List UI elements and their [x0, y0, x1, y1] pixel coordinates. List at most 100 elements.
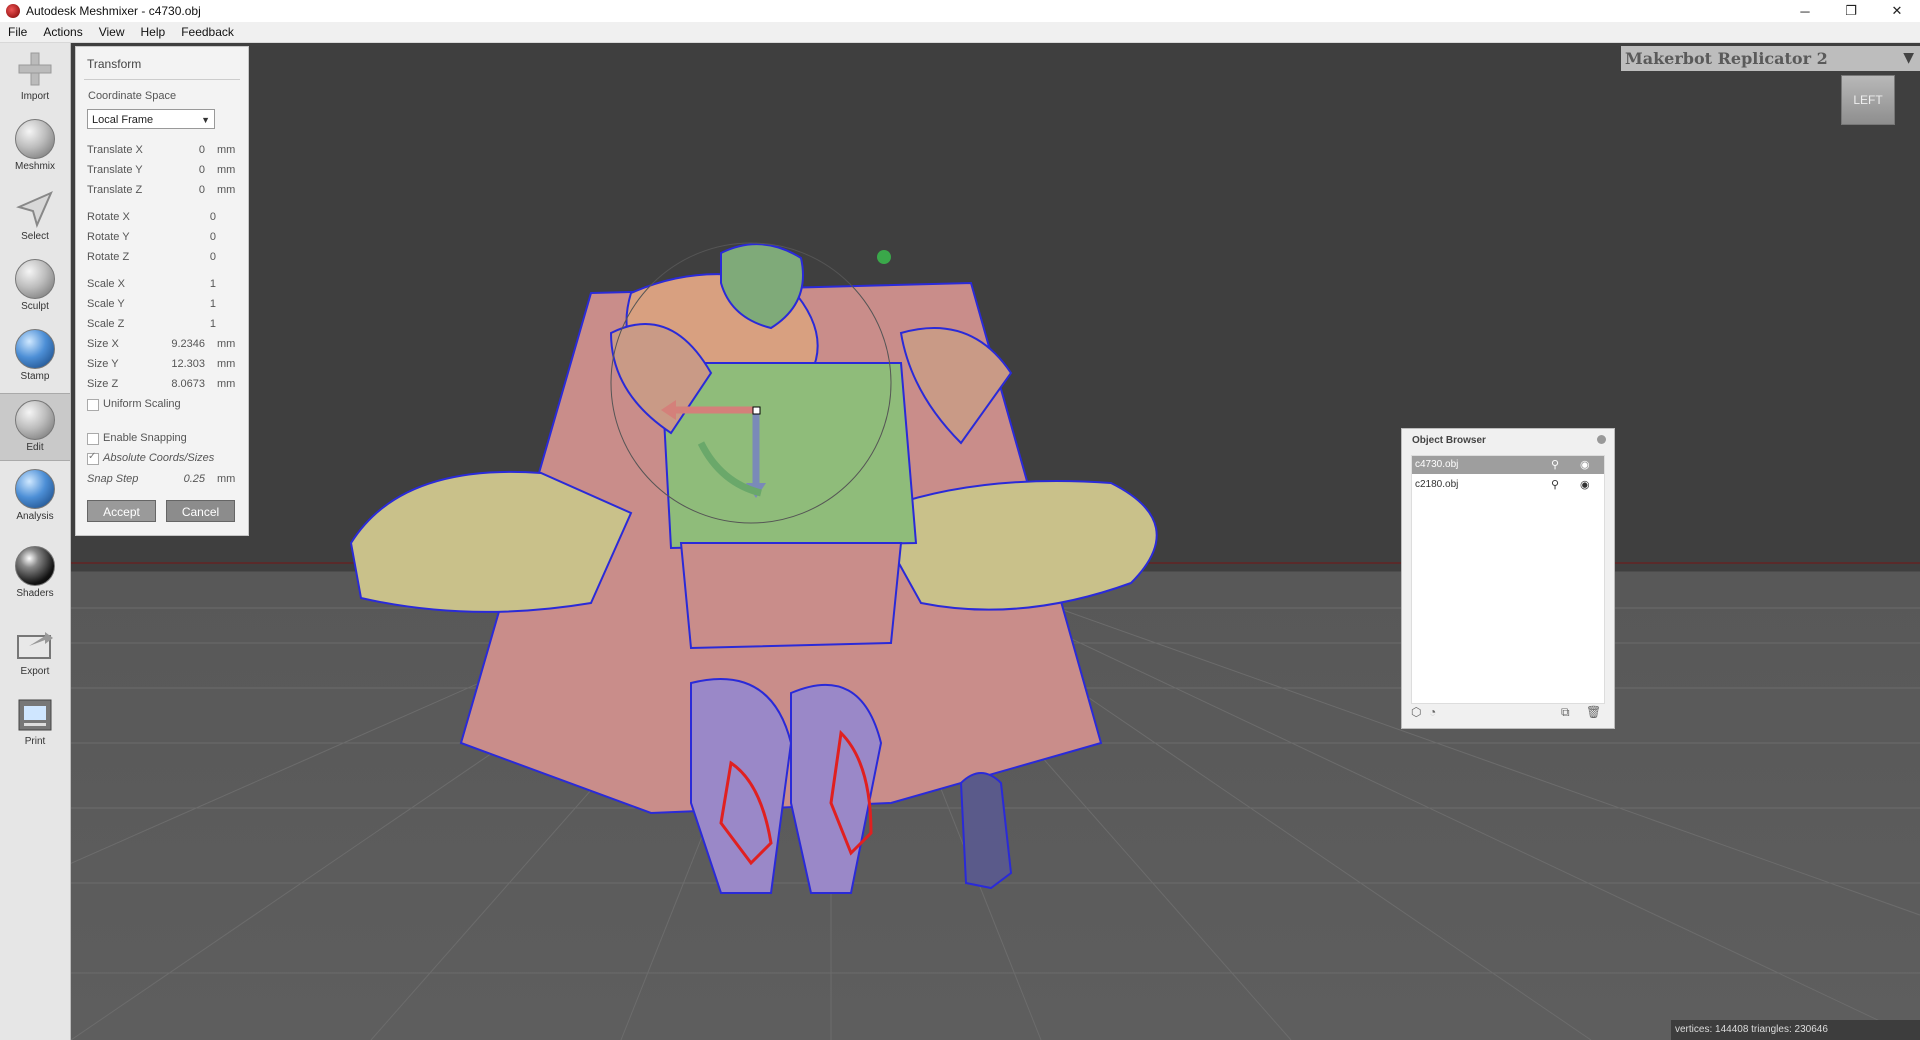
- unit-label: mm: [217, 378, 236, 390]
- size-x-value[interactable]: 9.2346: [145, 338, 205, 350]
- duplicate-icon[interactable]: ⧉: [1561, 705, 1570, 720]
- model-c2180[interactable]: [959, 772, 1013, 890]
- size-y-value[interactable]: 12.303: [145, 358, 205, 370]
- list-item[interactable]: c2180.obj ⚲ ◉: [1412, 476, 1604, 494]
- lock-icon[interactable]: ⚲: [1551, 476, 1559, 494]
- window-controls: ─ ❐ ✕: [1782, 0, 1920, 22]
- coordinate-space-value: Local Frame: [92, 114, 154, 126]
- unit-label: mm: [217, 144, 236, 156]
- view-cube[interactable]: LEFT: [1841, 75, 1895, 125]
- translate-y-value[interactable]: 0: [145, 164, 205, 176]
- gizmo-center-handle[interactable]: [752, 406, 761, 415]
- printer-selector[interactable]: Makerbot Replicator 2 ▼: [1621, 46, 1920, 71]
- gizmo-rotate-handle[interactable]: [877, 250, 891, 264]
- head-sphere-icon: [15, 119, 55, 159]
- object-browser-title: Object Browser: [1412, 435, 1486, 446]
- tool-edit[interactable]: Edit: [0, 393, 70, 461]
- title-bar: Autodesk Meshmixer - c4730.obj ─ ❐ ✕: [0, 0, 1920, 22]
- menu-file[interactable]: File: [0, 25, 35, 39]
- cancel-button[interactable]: Cancel: [166, 500, 235, 522]
- tool-shaders[interactable]: Shaders: [0, 540, 70, 606]
- transform-panel: Transform Coordinate Space Local Frame ▼…: [75, 46, 249, 536]
- minimize-button[interactable]: ─: [1782, 0, 1828, 22]
- tool-analysis[interactable]: Analysis: [0, 463, 70, 529]
- 3d-viewport[interactable]: [71, 43, 1920, 1040]
- brush-sphere-icon: [15, 259, 55, 299]
- model-c4730[interactable]: [349, 243, 1158, 894]
- export-folder-icon: [15, 624, 55, 664]
- tool-stamp[interactable]: Stamp: [0, 323, 70, 389]
- uniform-scaling-label: Uniform Scaling: [103, 398, 181, 410]
- size-z-value[interactable]: 8.0673: [145, 378, 205, 390]
- mesh-stats-status: vertices: 144408 triangles: 230646: [1671, 1020, 1920, 1040]
- lock-icon[interactable]: ⚲: [1551, 456, 1559, 474]
- translate-z-label: Translate Z: [87, 184, 143, 196]
- size-z-label: Size Z: [87, 378, 119, 390]
- menu-feedback[interactable]: Feedback: [173, 25, 242, 39]
- tool-meshmix[interactable]: Meshmix: [0, 113, 70, 179]
- snap-step-value[interactable]: 0.25: [145, 473, 205, 485]
- list-item[interactable]: c4730.obj ⚲ ◉: [1412, 456, 1604, 474]
- translate-x-value[interactable]: 0: [145, 144, 205, 156]
- eye-icon[interactable]: ◉: [1580, 476, 1590, 494]
- printer-icon: [15, 694, 55, 734]
- unit-label: mm: [217, 164, 236, 176]
- tool-label: Print: [24, 736, 46, 747]
- panel-title: Transform: [87, 57, 142, 71]
- rotate-z-value[interactable]: 0: [156, 251, 216, 263]
- tool-label: Import: [20, 91, 50, 102]
- meshmixer-logo-icon: [6, 4, 20, 18]
- object-name: c4730.obj: [1415, 459, 1459, 470]
- arrow-cursor-icon: [15, 189, 55, 229]
- translate-x-label: Translate X: [87, 144, 143, 156]
- enable-snapping-checkbox[interactable]: [87, 433, 99, 445]
- wire-sphere-icon: [15, 400, 55, 440]
- scale-x-value[interactable]: 1: [156, 278, 216, 290]
- size-y-label: Size Y: [87, 358, 119, 370]
- rotate-x-value[interactable]: 0: [156, 211, 216, 223]
- menu-actions[interactable]: Actions: [35, 25, 90, 39]
- unit-label: mm: [217, 338, 236, 350]
- snap-step-label: Snap Step: [87, 473, 139, 485]
- coordinate-space-select[interactable]: Local Frame ▼: [87, 109, 215, 129]
- translate-z-value[interactable]: 0: [145, 184, 205, 196]
- coordinate-space-label: Coordinate Space: [88, 90, 177, 102]
- tool-print[interactable]: Print: [0, 688, 70, 754]
- close-icon[interactable]: [1597, 435, 1606, 444]
- tool-label: Edit: [26, 442, 44, 453]
- tool-label: Stamp: [20, 371, 50, 382]
- tool-sculpt[interactable]: Sculpt: [0, 253, 70, 319]
- plus-icon: [15, 49, 55, 89]
- scale-y-label: Scale Y: [87, 298, 125, 310]
- scale-y-value[interactable]: 1: [156, 298, 216, 310]
- printer-name: Makerbot Replicator 2: [1625, 49, 1828, 68]
- unit-label: mm: [217, 358, 236, 370]
- scene-canvas[interactable]: [71, 43, 1920, 1040]
- menu-help[interactable]: Help: [133, 25, 174, 39]
- accept-button[interactable]: Accept: [87, 500, 156, 522]
- menu-view[interactable]: View: [91, 25, 133, 39]
- tool-label: Sculpt: [21, 301, 49, 312]
- eye-icon[interactable]: ◉: [1580, 456, 1590, 474]
- uniform-scaling-checkbox[interactable]: [87, 399, 99, 411]
- stamp-sphere-icon: [15, 329, 55, 369]
- menu-bar: File Actions View Help Feedback: [0, 22, 1920, 43]
- black-sphere-icon: [15, 546, 55, 586]
- absolute-coords-checkbox[interactable]: [87, 451, 99, 465]
- restore-button[interactable]: ❐: [1828, 0, 1874, 22]
- tool-import[interactable]: Import: [0, 43, 70, 109]
- rotate-y-label: Rotate Y: [87, 231, 130, 243]
- object-browser-footer: ⬡ ◔ ⧉ 🗑: [1411, 705, 1603, 723]
- clock-icon[interactable]: ◔: [1429, 705, 1436, 719]
- scale-z-value[interactable]: 1: [156, 318, 216, 330]
- unit-label: mm: [217, 184, 236, 196]
- enable-snapping-label: Enable Snapping: [103, 432, 187, 444]
- trash-icon[interactable]: 🗑: [1586, 705, 1601, 719]
- cube-icon[interactable]: ⬡: [1411, 705, 1421, 719]
- rotate-y-value[interactable]: 0: [156, 231, 216, 243]
- tool-select[interactable]: Select: [0, 183, 70, 249]
- close-button[interactable]: ✕: [1874, 0, 1920, 22]
- tool-export[interactable]: Export: [0, 618, 70, 684]
- tool-label: Meshmix: [14, 161, 55, 172]
- rotate-x-label: Rotate X: [87, 211, 130, 223]
